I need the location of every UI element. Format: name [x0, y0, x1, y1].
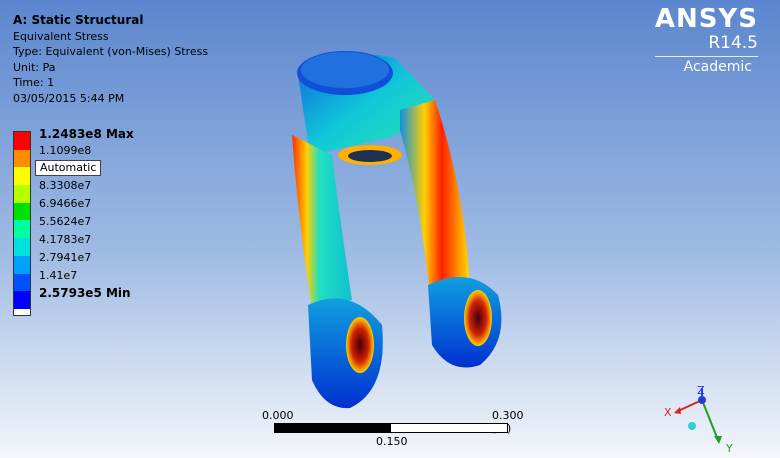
brand-edition: Academic: [654, 56, 758, 75]
legend-min-label: 2.5793e5 Min: [39, 286, 131, 300]
legend-automatic-tag[interactable]: Automatic: [35, 160, 102, 176]
legend-swatch: [14, 149, 30, 168]
brand-name: ANSYS: [654, 4, 758, 34]
left-lug-hole: [346, 317, 374, 373]
scale-ruler: 0.000 0.300 (m) 0.150: [262, 409, 524, 449]
y-axis-arrow: [714, 436, 722, 444]
legend-swatch: [14, 255, 30, 274]
legend-level-4: 6.9466e7: [39, 197, 92, 210]
legend-swatch: [14, 273, 30, 292]
scale-start-label: 0.000: [262, 409, 294, 422]
legend-level-5: 5.5624e7: [39, 215, 92, 228]
result-name: Equivalent Stress: [13, 29, 109, 43]
brand-version: R14.5: [708, 33, 758, 53]
isometric-view-ball[interactable]: [688, 422, 696, 430]
result-time: Time: 1: [13, 76, 55, 89]
legend-swatch: [14, 167, 30, 186]
x-axis-label: X: [664, 406, 672, 419]
legend-swatch: [14, 220, 30, 239]
result-date: 03/05/2015 5:44 PM: [13, 91, 125, 105]
legend-swatch: [14, 291, 30, 309]
result-type: Type: Equivalent (von-Mises) Stress: [13, 45, 209, 58]
legend-level-6: 4.1783e7: [39, 233, 92, 246]
legend-swatch: [14, 132, 30, 150]
yoke-right-arm: [400, 100, 470, 295]
legend-level-7: 2.7941e7: [39, 251, 92, 264]
legend-level-8: 1.41e7: [39, 269, 78, 282]
right-lug-hole: [464, 290, 492, 346]
z-axis-label: Z: [697, 384, 705, 397]
y-axis-label: Y: [725, 442, 733, 454]
legend-color-bar: [13, 131, 31, 316]
legend-swatch: [14, 185, 30, 203]
y-axis-line: [701, 399, 719, 441]
legend-max-label: 1.2483e8 Max: [39, 127, 134, 141]
scale-bar: [274, 423, 508, 433]
crossbar-hole-inner: [348, 150, 392, 162]
axis-triad[interactable]: Z X Y: [660, 382, 750, 454]
ansys-logo: ANSYS R14.5 Academic: [654, 4, 758, 75]
legend-swatch: [14, 202, 30, 221]
yoke-left-arm: [292, 135, 352, 308]
result-unit: Unit: Pa: [13, 60, 56, 74]
legend-level-1: 1.1099e8: [39, 144, 92, 157]
result-info: A: Static Structural Equivalent Stress T…: [13, 13, 208, 106]
analysis-title: A: Static Structural: [13, 13, 144, 27]
scale-mid-label: 0.150: [376, 435, 408, 448]
top-boss-face: [301, 52, 389, 88]
legend-level-3: 8.3308e7: [39, 179, 92, 192]
x-axis-arrow: [674, 407, 681, 414]
legend-swatch: [14, 238, 30, 256]
stress-contour-model[interactable]: [270, 40, 520, 415]
triad-origin: [698, 396, 706, 404]
legend-swatch-min: [14, 308, 30, 315]
